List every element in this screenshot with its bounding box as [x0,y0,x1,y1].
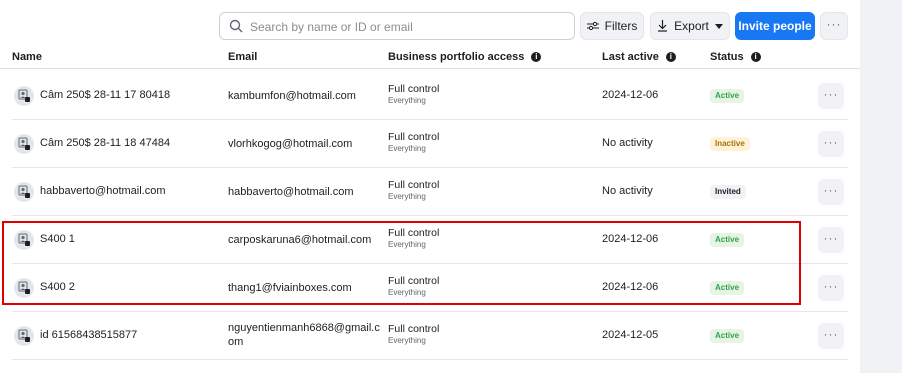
row-access: Full control Everything [388,275,439,297]
column-header-access[interactable]: Business portfolio access i [388,51,542,63]
row-name: Câm 250$ 28-11 17 80418 [40,89,171,101]
user-shield-icon [18,233,30,246]
status-badge: Active [710,281,745,295]
info-icon[interactable]: i [665,52,676,63]
row-name: habbaverto@hotmail.com [40,185,166,197]
row-more-button[interactable]: ··· [818,275,844,301]
search-icon [229,19,243,33]
access-level: Full control [388,227,440,239]
more-icon: ··· [823,135,839,149]
row-access: Full control Everything [388,323,439,345]
row-more-button[interactable]: ··· [818,131,844,157]
filters-button[interactable]: Filters [580,12,644,40]
user-shield-icon [18,185,30,198]
row-name: Câm 250$ 28-11 18 47484 [40,137,171,149]
more-icon: ··· [823,279,839,293]
header-divider [0,68,860,69]
row-last-active: No activity [602,137,653,149]
info-icon[interactable]: i [750,52,761,63]
status-badge: Active [710,89,745,103]
export-label: Export [674,19,709,33]
sliders-icon [586,21,599,31]
row-access: Full control Everything [388,83,439,105]
row-last-active: 2024-12-06 [602,281,659,293]
avatar [14,278,34,298]
more-icon: ··· [823,87,839,101]
download-icon [658,20,668,32]
user-shield-icon [18,89,30,102]
access-level: Full control [388,323,440,335]
row-email: kambumfon@hotmail.com [228,90,356,102]
row-divider [12,359,848,360]
table-row[interactable]: S400 2 thang1@fviainboxes.com Full control… [0,264,860,312]
caret-down-icon [714,23,723,29]
page-gutter [860,0,902,373]
user-shield-icon [18,137,30,150]
row-more-button[interactable]: ··· [818,83,844,109]
table-row[interactable]: S400 1 carposkaruna6@hotmail.com Full cont… [0,216,860,264]
row-email: nguyentienmanh6868@gmail.c om [228,322,380,348]
status-badge: Invited [710,185,746,199]
filters-label: Filters [604,19,638,33]
access-level: Full control [388,83,440,95]
invite-label: Invite people [738,19,812,33]
row-access: Full control Everything [388,227,439,249]
status-badge: Active [710,233,745,247]
access-level: Full control [388,179,440,191]
more-icon: ··· [823,327,839,341]
row-name: id 61568438515877 [40,329,138,341]
access-scope: Everything [388,240,426,249]
row-last-active: No activity [602,185,653,197]
user-shield-icon [18,281,30,294]
search-box[interactable] [219,12,575,40]
avatar [14,326,34,346]
row-email: carposkaruna6@hotmail.com [228,234,372,246]
avatar [14,134,34,154]
row-email: habbaverto@hotmail.com [228,186,354,198]
row-more-button[interactable]: ··· [818,179,844,205]
row-email: thang1@fviainboxes.com [228,282,352,294]
table-row[interactable]: Câm 250$ 28-11 17 80418 kambumfon@hotmail… [0,72,860,120]
more-icon: ··· [823,231,839,245]
column-header-status[interactable]: Status i [710,51,761,63]
access-level: Full control [388,275,440,287]
more-icon: ··· [823,183,839,197]
access-scope: Everything [388,192,426,201]
access-scope: Everything [388,144,426,153]
export-button[interactable]: Export [650,12,730,40]
column-header-email[interactable]: Email [228,51,257,63]
column-header-name[interactable]: Name [12,51,42,63]
row-name: S400 1 [40,233,75,245]
user-shield-icon [18,329,30,342]
more-options-button[interactable]: ··· [820,12,848,40]
access-scope: Everything [388,288,426,297]
row-access: Full control Everything [388,179,439,201]
row-name: S400 2 [40,281,75,293]
row-last-active: 2024-12-06 [602,233,659,245]
more-icon: ··· [826,17,842,31]
access-scope: Everything [388,336,426,345]
invite-people-button[interactable]: Invite people [735,12,815,40]
row-access: Full control Everything [388,131,439,153]
row-more-button[interactable]: ··· [818,323,844,349]
table-row[interactable]: habbaverto@hotmail.com habbaverto@hotmail… [0,168,860,216]
avatar [14,86,34,106]
row-more-button[interactable]: ··· [818,227,844,253]
row-last-active: 2024-12-06 [602,89,659,101]
search-input[interactable] [248,16,562,38]
table-row[interactable]: id 61568438515877 nguyentienmanh6868@gmai… [0,312,860,360]
info-icon[interactable]: i [531,52,542,63]
access-scope: Everything [388,96,426,105]
avatar [14,182,34,202]
access-level: Full control [388,131,440,143]
avatar [14,230,34,250]
row-email: vlorhkogog@hotmail.com [228,138,353,150]
table-row[interactable]: Câm 250$ 28-11 18 47484 vlorhkogog@hotmai… [0,120,860,168]
row-last-active: 2024-12-05 [602,329,659,341]
column-header-last-active[interactable]: Last active i [602,51,676,63]
status-badge: Inactive [710,137,750,151]
status-badge: Active [710,329,745,343]
people-panel: Filters Export Invite people ··· Name Em… [0,0,860,373]
